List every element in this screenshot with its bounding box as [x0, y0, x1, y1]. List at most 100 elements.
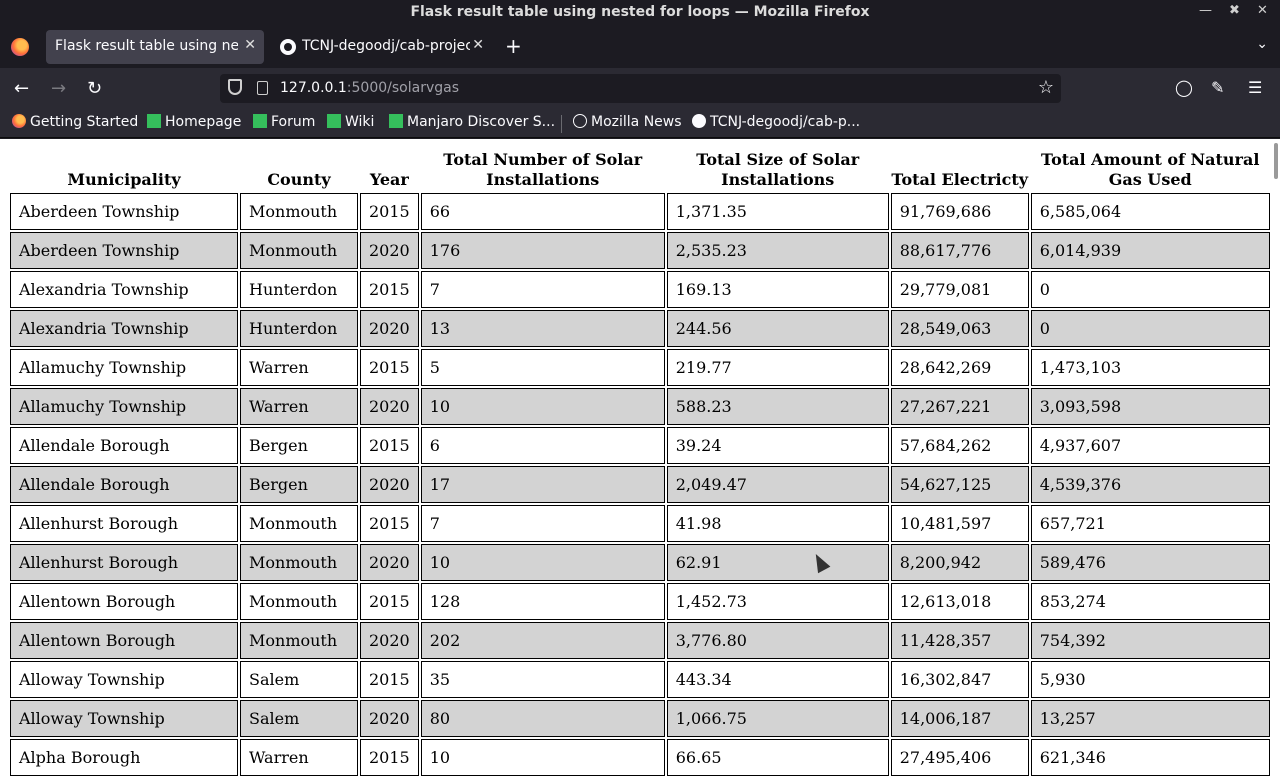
minimize-icon[interactable]: —	[1199, 3, 1212, 18]
page-info-icon[interactable]	[257, 81, 268, 95]
bookmark-label: Wiki	[345, 114, 375, 130]
cell-year: 2020	[360, 388, 419, 425]
cell-electricity: 28,642,269	[890, 349, 1029, 386]
back-icon[interactable]: ←	[14, 78, 29, 99]
menu-icon[interactable]: ☰	[1248, 78, 1262, 97]
bookmark-star-icon[interactable]: ☆	[1038, 77, 1054, 98]
header-electricity: Total Electricty	[891, 170, 1029, 189]
header-solar-size: Total Size of Solar Installations	[696, 150, 860, 189]
close-tab-icon[interactable]: ✕	[472, 37, 484, 53]
tracking-protection-icon[interactable]	[228, 79, 242, 95]
tab-label: TCNJ-degoodj/cab-project	[302, 38, 470, 54]
forward-icon[interactable]: →	[51, 78, 66, 99]
cell-municipality: Allendale Borough	[10, 427, 238, 464]
cell-county: Salem	[240, 661, 358, 698]
maximize-icon[interactable]: ✖	[1229, 3, 1240, 18]
cell-year: 2020	[360, 466, 419, 503]
bookmark-getting-started[interactable]: Getting Started	[12, 114, 138, 130]
bookmark-manjaro-discover[interactable]: Manjaro Discover S...	[389, 114, 555, 130]
github-icon	[692, 114, 706, 128]
bookmarks-toolbar: Getting Started Homepage Forum Wiki Manj…	[0, 109, 1280, 138]
cell-electricity: 88,617,776	[890, 232, 1029, 269]
cell-solar-size: 39.24	[666, 427, 889, 464]
cell-solar-count: 10	[420, 739, 665, 776]
cell-solar-size: 2,535.23	[666, 232, 889, 269]
new-tab-button[interactable]: +	[505, 34, 522, 58]
cell-year: 2020	[360, 232, 419, 269]
close-window-icon[interactable]: ✕	[1257, 3, 1268, 18]
firefox-icon[interactable]	[11, 38, 29, 56]
table-body: Aberdeen Township Monmouth 2015 66 1,371.35 9…	[10, 193, 1270, 776]
reload-icon[interactable]: ↻	[87, 78, 102, 99]
table-row: Alexandria Township Hunterdon 2020 13 244.56…	[10, 310, 1270, 347]
cell-year: 2020	[360, 622, 419, 659]
cell-electricity: 28,549,063	[890, 310, 1029, 347]
table-row: Allenhurst Borough Monmouth 2020 10 62.91 8,2…	[10, 544, 1270, 581]
cell-county: Warren	[240, 388, 358, 425]
manjaro-icon	[147, 114, 161, 128]
bookmark-label: Manjaro Discover S...	[407, 114, 556, 130]
pocket-icon[interactable]: ◯	[1175, 78, 1193, 97]
bookmark-forum[interactable]: Forum	[253, 114, 315, 130]
cell-municipality: Aberdeen Township	[10, 232, 238, 269]
url-bar[interactable]: 127.0.0.1:5000/solarvgas ☆	[220, 74, 1061, 103]
cell-municipality: Allentown Borough	[10, 583, 238, 620]
cell-natural-gas: 1,473,103	[1030, 349, 1270, 386]
bookmark-github-project[interactable]: TCNJ-degoodj/cab-p...	[692, 114, 860, 130]
table-row: Aberdeen Township Monmouth 2020 176 2,535.23…	[10, 232, 1270, 269]
cell-year: 2015	[360, 505, 419, 542]
cell-year: 2015	[360, 583, 419, 620]
cell-solar-size: 1,452.73	[666, 583, 889, 620]
cell-municipality: Alloway Township	[10, 700, 238, 737]
table-row: Aberdeen Township Monmouth 2015 66 1,371.35 9…	[10, 193, 1270, 230]
github-icon	[280, 39, 296, 55]
header-county: County	[267, 170, 331, 189]
close-tab-icon[interactable]: ✕	[244, 37, 256, 53]
cell-solar-count: 35	[420, 661, 665, 698]
cell-solar-count: 7	[420, 505, 665, 542]
cell-solar-count: 66	[420, 193, 665, 230]
cell-natural-gas: 0	[1030, 310, 1270, 347]
list-all-tabs-icon[interactable]: ⌄	[1256, 36, 1268, 52]
table-row: Allamuchy Township Warren 2020 10 588.23 27,2…	[10, 388, 1270, 425]
bookmark-label: Homepage	[165, 114, 242, 130]
extensions-icon[interactable]: ✎	[1211, 78, 1224, 97]
tab-bar: Flask result table using nested for loop…	[0, 26, 1280, 68]
manjaro-icon	[327, 114, 341, 128]
cell-municipality: Allamuchy Township	[10, 349, 238, 386]
cell-county: Bergen	[240, 466, 358, 503]
bookmark-label: Getting Started	[30, 114, 139, 130]
cell-solar-size: 1,371.35	[666, 193, 889, 230]
cell-solar-size: 41.98	[666, 505, 889, 542]
cell-county: Monmouth	[240, 583, 358, 620]
cell-municipality: Aberdeen Township	[10, 193, 238, 230]
scrollbar[interactable]	[1274, 143, 1278, 179]
window-titlebar: Flask result table using nested for loop…	[0, 0, 1280, 26]
cell-natural-gas: 853,274	[1030, 583, 1270, 620]
table-row: Alloway Township Salem 2020 80 1,066.75 14,00…	[10, 700, 1270, 737]
bookmark-homepage[interactable]: Homepage	[147, 114, 241, 130]
cell-natural-gas: 621,346	[1030, 739, 1270, 776]
cell-county: Warren	[240, 739, 358, 776]
cell-solar-size: 219.77	[666, 349, 889, 386]
cell-natural-gas: 13,257	[1030, 700, 1270, 737]
tab-github-project[interactable]: TCNJ-degoodj/cab-project ✕	[268, 30, 492, 64]
cell-solar-size: 244.56	[666, 310, 889, 347]
cell-municipality: Allenhurst Borough	[10, 544, 238, 581]
tab-flask-result[interactable]: Flask result table using nested for loop…	[46, 30, 264, 64]
bookmark-mozilla-news[interactable]: Mozilla News	[573, 114, 682, 130]
url-text[interactable]: 127.0.0.1:5000/solarvgas	[280, 80, 459, 96]
cell-natural-gas: 6,014,939	[1030, 232, 1270, 269]
table-row: Allenhurst Borough Monmouth 2015 7 41.98 10,4…	[10, 505, 1270, 542]
cell-year: 2020	[360, 544, 419, 581]
cell-solar-count: 13	[420, 310, 665, 347]
tab-label: Flask result table using nested for loop…	[55, 38, 238, 54]
bookmark-wiki[interactable]: Wiki	[327, 114, 374, 130]
manjaro-icon	[389, 114, 403, 128]
cell-natural-gas: 4,937,607	[1030, 427, 1270, 464]
cell-electricity: 54,627,125	[890, 466, 1029, 503]
cell-county: Warren	[240, 349, 358, 386]
cell-natural-gas: 6,585,064	[1030, 193, 1270, 230]
cell-solar-size: 62.91	[666, 544, 889, 581]
cell-electricity: 27,267,221	[890, 388, 1029, 425]
